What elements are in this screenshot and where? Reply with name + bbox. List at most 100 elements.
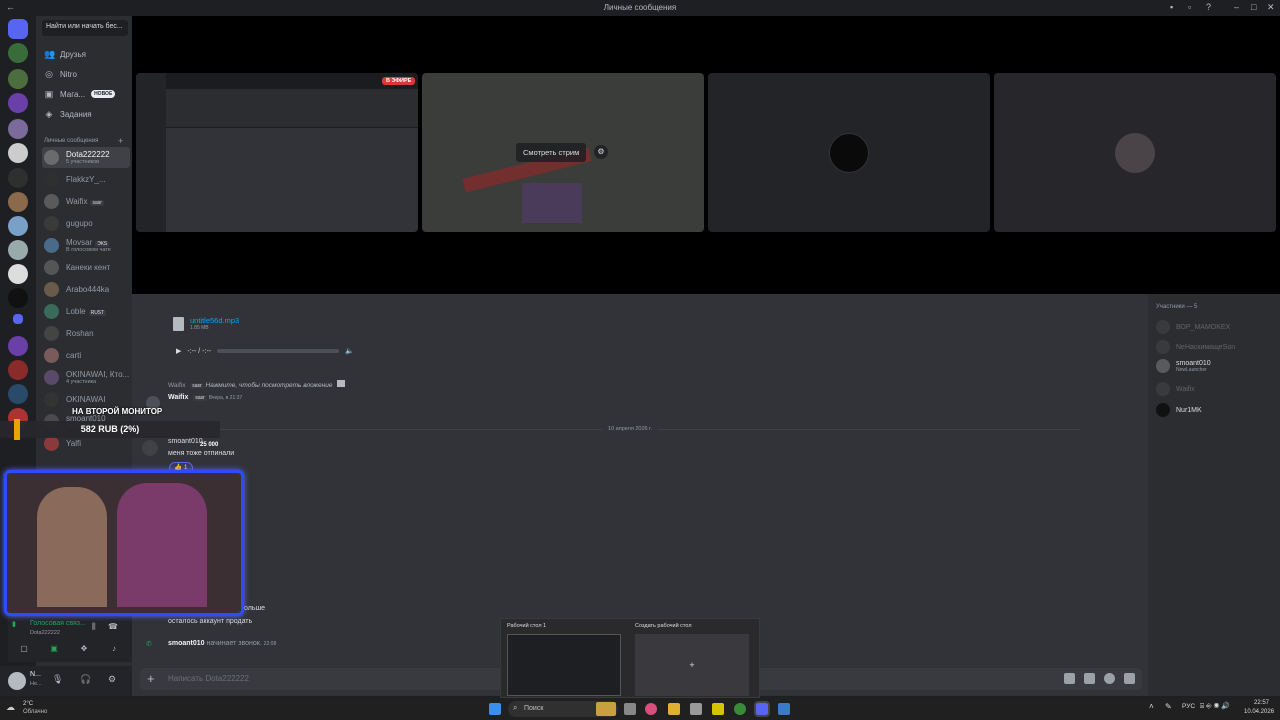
activities-icon[interactable]: ✥ bbox=[74, 644, 94, 658]
voice-channel[interactable]: Dota222222 bbox=[30, 630, 60, 636]
app-icon[interactable] bbox=[778, 703, 790, 715]
nav-friends[interactable]: 👥 Друзья bbox=[44, 46, 86, 62]
avatar[interactable] bbox=[8, 672, 26, 690]
stream-tile-screen[interactable] bbox=[136, 73, 418, 232]
weather-temp[interactable]: 2°C bbox=[23, 701, 33, 707]
server-icon[interactable] bbox=[8, 143, 28, 163]
maximize-icon[interactable]: □ bbox=[1251, 2, 1256, 12]
tray-icons[interactable]: ⌸ ⎆ ◉ 🔊 bbox=[1200, 702, 1230, 711]
server-icon[interactable] bbox=[8, 192, 28, 212]
pen-icon[interactable]: ✎ bbox=[1165, 702, 1172, 711]
participant-tile[interactable] bbox=[708, 73, 990, 232]
app-icon[interactable] bbox=[712, 703, 724, 715]
dm-item[interactable]: FlakkzY_... bbox=[42, 169, 130, 190]
file-explorer-icon[interactable] bbox=[668, 703, 680, 715]
window-icon[interactable]: ▫ bbox=[1188, 2, 1191, 12]
server-icon[interactable] bbox=[8, 288, 28, 308]
dm-item[interactable]: Loble RUST bbox=[42, 301, 130, 322]
soundboard-icon[interactable]: ♪ bbox=[104, 644, 124, 658]
widget-icon[interactable] bbox=[596, 702, 616, 716]
dm-item[interactable]: Movsar ЭКS В голосовом чате bbox=[42, 235, 130, 256]
create-dm-icon[interactable]: + bbox=[118, 136, 123, 146]
nav-quests[interactable]: ◈ Задания bbox=[44, 106, 92, 122]
discord-home-icon[interactable] bbox=[8, 19, 28, 39]
dm-item[interactable]: OKINAWAI, Кто... 4 участника bbox=[42, 367, 130, 388]
server-icon[interactable] bbox=[8, 168, 28, 188]
avatar bbox=[1156, 403, 1170, 417]
server-icon[interactable] bbox=[8, 336, 28, 356]
server-icon[interactable] bbox=[8, 360, 28, 380]
server-icon[interactable] bbox=[8, 43, 28, 63]
message-text: меня тоже отпинали bbox=[168, 450, 235, 457]
dm-item[interactable]: carti bbox=[42, 345, 130, 366]
nav-nitro[interactable]: ◎ Nitro bbox=[44, 66, 77, 82]
settings-gear-icon[interactable]: ⚙ bbox=[108, 674, 116, 685]
audio-progress[interactable] bbox=[217, 349, 340, 353]
server-icon[interactable] bbox=[8, 384, 28, 404]
watch-stream-button[interactable]: Смотреть стрим bbox=[516, 143, 587, 162]
call-user[interactable]: smoant010 bbox=[168, 640, 205, 647]
mic-icon[interactable]: 🎙 bbox=[52, 674, 63, 685]
member-item[interactable]: ВОР_MAMOKEX bbox=[1156, 320, 1230, 334]
screen-share-icon[interactable]: ▣ bbox=[44, 644, 64, 658]
message-username[interactable]: smoant010 bbox=[168, 438, 203, 445]
gift-icon[interactable] bbox=[1064, 673, 1075, 684]
noise-icon[interactable]: ⫼ bbox=[92, 622, 96, 632]
dm-item[interactable]: Waifix sasr bbox=[42, 191, 130, 212]
server-icon[interactable] bbox=[8, 119, 28, 139]
member-item[interactable]: Nur1MK bbox=[1156, 403, 1202, 417]
attach-plus-icon[interactable]: + bbox=[147, 671, 155, 686]
task-view-icon[interactable] bbox=[624, 703, 636, 715]
discord-taskbar-icon[interactable] bbox=[754, 701, 770, 717]
dm-tag: RUST bbox=[88, 310, 107, 316]
stream-settings-icon[interactable]: ⚙ bbox=[594, 145, 608, 159]
volume-icon[interactable]: 🔈 bbox=[345, 347, 354, 355]
language-indicator[interactable]: РУС bbox=[1182, 703, 1195, 710]
apps-icon[interactable] bbox=[1124, 673, 1135, 684]
store-icon[interactable] bbox=[690, 703, 702, 715]
play-icon[interactable]: ▶ bbox=[176, 347, 181, 355]
member-item[interactable]: Waifix bbox=[1156, 382, 1195, 396]
gif-icon[interactable] bbox=[1084, 673, 1095, 684]
nav-shop[interactable]: ▣ Мага... НОВОЕ bbox=[44, 86, 116, 102]
avatar[interactable] bbox=[142, 440, 158, 456]
close-icon[interactable]: ✕ bbox=[1267, 2, 1275, 13]
emoji-icon[interactable] bbox=[1104, 673, 1115, 684]
user-status: Не... bbox=[30, 681, 42, 687]
dm-item[interactable]: Канеки кент bbox=[42, 257, 130, 278]
yandex-browser-icon[interactable] bbox=[645, 703, 657, 715]
tray-chevron-icon[interactable]: ˄ bbox=[1149, 702, 1154, 711]
member-item[interactable]: NeHacкимащеSon bbox=[1156, 340, 1235, 354]
file-name[interactable]: untitle56d.mp3 bbox=[190, 316, 239, 325]
server-icon[interactable] bbox=[8, 216, 28, 236]
dm-item[interactable]: gugupo bbox=[42, 213, 130, 234]
server-icon[interactable] bbox=[8, 69, 28, 89]
dm-item[interactable]: Arabo444ka bbox=[42, 279, 130, 300]
server-icon[interactable] bbox=[8, 240, 28, 260]
desktop-1-thumbnail[interactable] bbox=[507, 634, 621, 696]
search-input[interactable]: Найти или начать бес... bbox=[42, 20, 128, 36]
reply-preview[interactable]: Waifix sasr Нажмите, чтобы посмотреть вл… bbox=[168, 380, 346, 389]
participant-tile[interactable] bbox=[994, 73, 1276, 232]
dm-name: Yalfi bbox=[66, 439, 81, 448]
clock-date[interactable]: 10.04.2026 bbox=[1244, 709, 1274, 715]
clock-time[interactable]: 22:57 bbox=[1254, 700, 1269, 706]
disconnect-icon[interactable]: ☎ bbox=[108, 622, 118, 631]
xbox-icon[interactable] bbox=[734, 703, 746, 715]
server-icon[interactable] bbox=[8, 264, 28, 284]
folder-icon[interactable] bbox=[13, 314, 23, 324]
inbox-icon[interactable]: ▪ bbox=[1170, 2, 1173, 12]
dm-tag: sasr bbox=[90, 200, 104, 206]
headphones-icon[interactable]: 🎧 bbox=[80, 674, 91, 685]
dm-item[interactable]: Roshan bbox=[42, 323, 130, 344]
minimize-icon[interactable]: – bbox=[1234, 2, 1239, 12]
server-icon[interactable] bbox=[8, 93, 28, 113]
dm-item[interactable]: Dota222222 5 участников bbox=[42, 147, 130, 168]
start-icon[interactable] bbox=[489, 703, 501, 715]
help-icon[interactable]: ? bbox=[1206, 2, 1211, 12]
member-item[interactable]: smoant010 NewLauncher bbox=[1156, 359, 1211, 373]
message-username[interactable]: Waifix bbox=[168, 394, 188, 401]
camera-icon[interactable]: ▢ bbox=[14, 644, 34, 658]
file-attachment[interactable]: untitle56d.mp3 1.85 MB bbox=[173, 316, 239, 331]
create-desktop-button[interactable]: + bbox=[635, 634, 749, 696]
